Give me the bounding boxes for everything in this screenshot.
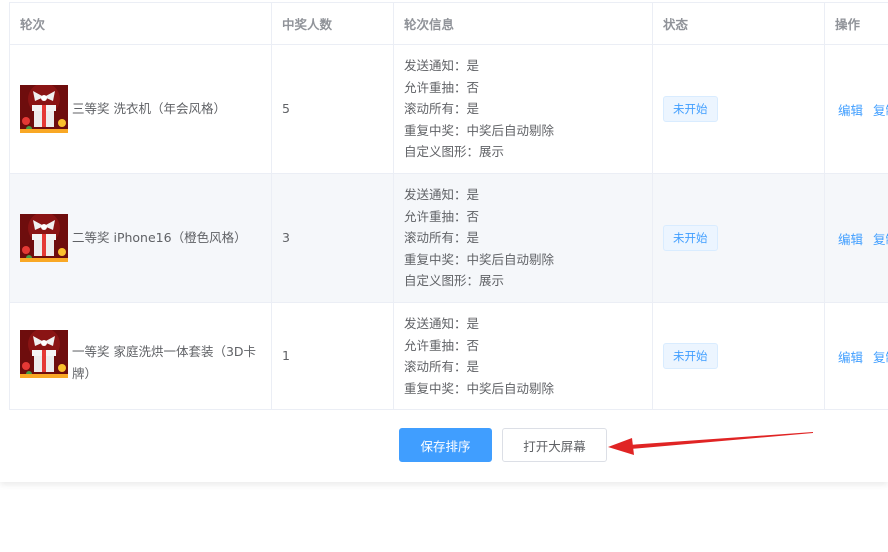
info-send-notice: 发送通知：是 (404, 187, 480, 203)
header-winners: 中奖人数 (271, 2, 394, 45)
info-allow-redraw: 允许重抽：否 (404, 208, 480, 224)
header-info: 轮次信息 (393, 2, 653, 45)
winner-count: 1 (282, 348, 290, 363)
edit-link[interactable]: 编辑 (838, 232, 863, 247)
rounds-card: 轮次 中奖人数 轮次信息 状态 操作 三等奖 洗衣机（年会风格） 5 发送通知：… (0, 0, 888, 482)
winner-count: 3 (282, 230, 290, 245)
gift-box-icon (20, 214, 68, 262)
info-send-notice: 发送通知：是 (404, 58, 480, 74)
info-repeat-win: 重复中奖：中奖后自动剔除 (404, 122, 555, 138)
table-row: 二等奖 iPhone16（橙色风格） 3 发送通知：是 允许重抽：否 滚动所有：… (9, 173, 888, 303)
info-send-notice: 发送通知：是 (404, 316, 480, 331)
info-scroll-all: 滚动所有：是 (404, 101, 480, 117)
header-round: 轮次 (9, 2, 272, 45)
info-repeat-win: 重复中奖：中奖后自动剔除 (404, 251, 555, 267)
info-repeat-win: 重复中奖：中奖后自动剔除 (404, 380, 555, 396)
status-badge: 未开始 (663, 343, 718, 369)
table-header-row: 轮次 中奖人数 轮次信息 状态 操作 (9, 2, 888, 45)
info-allow-redraw: 允许重抽：否 (404, 79, 480, 95)
table-row: 三等奖 洗衣机（年会风格） 5 发送通知：是 允许重抽：否 滚动所有：是 重复中… (9, 44, 888, 174)
edit-link[interactable]: 编辑 (838, 350, 863, 365)
info-scroll-all: 滚动所有：是 (404, 359, 480, 374)
winner-count: 5 (282, 101, 290, 116)
copy-link[interactable]: 复制 (873, 103, 888, 118)
rounds-table: 轮次 中奖人数 轮次信息 状态 操作 三等奖 洗衣机（年会风格） 5 发送通知：… (9, 2, 888, 410)
info-custom-shape: 自定义图形：展示 (404, 144, 505, 160)
round-name: 三等奖 洗衣机（年会风格） (72, 101, 226, 116)
save-order-button[interactable]: 保存排序 (399, 428, 492, 462)
open-big-screen-button[interactable]: 打开大屏幕 (502, 428, 607, 462)
info-allow-redraw: 允许重抽：否 (404, 337, 480, 353)
info-custom-shape: 自定义图形：展示 (404, 273, 505, 289)
round-cell: 一等奖 家庭洗烘一体套装（3D卡牌） (20, 328, 271, 385)
status-badge: 未开始 (663, 225, 718, 251)
round-name: 二等奖 iPhone16（橙色风格） (72, 230, 247, 245)
round-cell: 二等奖 iPhone16（橙色风格） (20, 214, 271, 262)
gift-box-icon (20, 329, 68, 378)
annotation-arrow-icon (608, 432, 813, 455)
round-cell: 三等奖 洗衣机（年会风格） (20, 85, 271, 133)
header-status: 状态 (652, 2, 825, 45)
header-actions: 操作 (824, 2, 888, 45)
copy-link[interactable]: 复制 (873, 350, 888, 365)
info-scroll-all: 滚动所有：是 (404, 230, 480, 246)
edit-link[interactable]: 编辑 (838, 103, 863, 118)
copy-link[interactable]: 复制 (873, 232, 888, 247)
gift-box-icon (20, 85, 68, 133)
status-badge: 未开始 (663, 96, 718, 122)
table-row: 一等奖 家庭洗烘一体套装（3D卡牌） 1 发送通知：是 允许重抽：否 滚动所有：… (9, 302, 888, 410)
